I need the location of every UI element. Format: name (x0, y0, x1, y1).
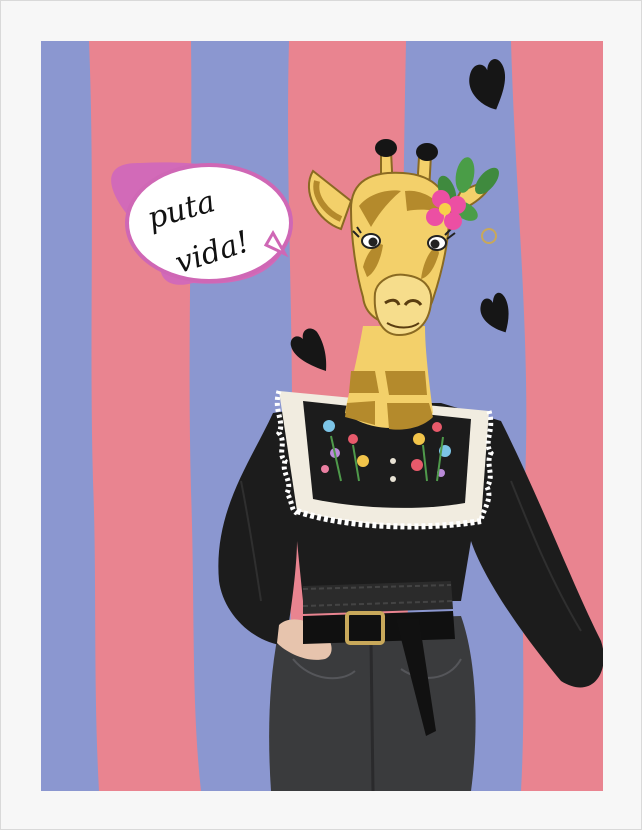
illustration: puta vida! (41, 41, 603, 791)
poster-frame: puta vida! (0, 0, 642, 830)
poster-artwork: puta vida! (41, 41, 603, 791)
